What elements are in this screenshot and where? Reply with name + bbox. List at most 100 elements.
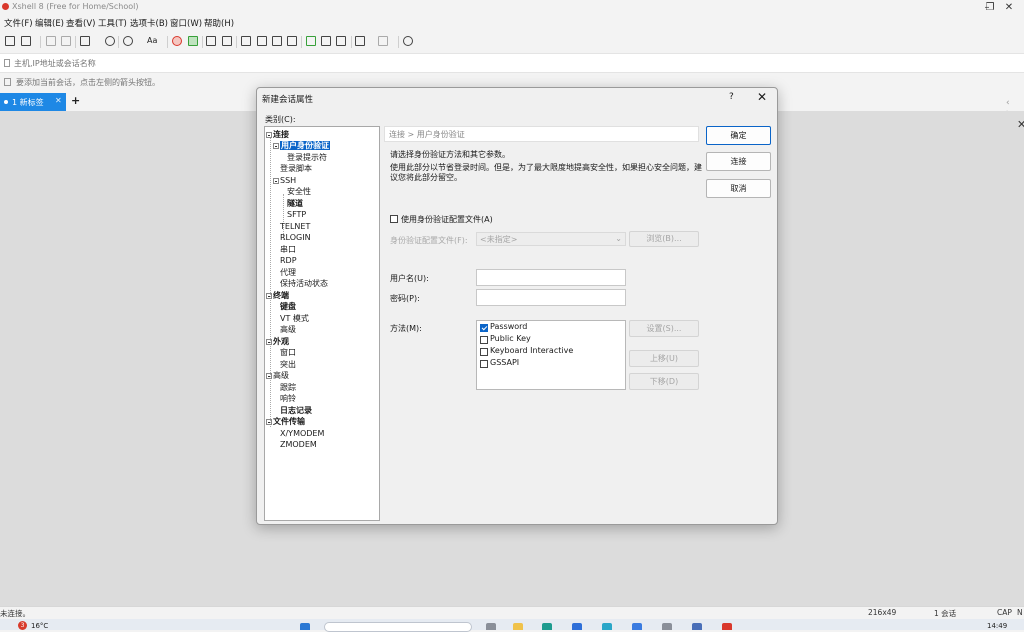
tree-item-login-script[interactable]: 登录脚本 — [280, 164, 312, 174]
tree-item-advanced[interactable]: 高级 — [280, 325, 296, 335]
help-chat-icon[interactable] — [403, 36, 413, 46]
search-icon[interactable] — [105, 36, 115, 46]
session-manager-icon[interactable] — [336, 36, 346, 46]
move-down-button[interactable]: 下移(D) — [629, 373, 699, 390]
tree-item-rdp[interactable]: RDP — [280, 256, 297, 266]
task-view-icon[interactable] — [486, 623, 496, 630]
menu-edit[interactable]: 编辑(E) — [35, 17, 64, 29]
app-icon[interactable] — [662, 623, 672, 630]
tree-item-tunnel[interactable]: 隧道 — [287, 199, 303, 209]
globe-icon[interactable] — [123, 36, 133, 46]
collapse-icon[interactable] — [266, 292, 272, 299]
tree-item-advanced-2[interactable]: 高级 — [266, 371, 289, 381]
browser-icon[interactable] — [602, 623, 612, 630]
menu-view[interactable]: 查看(V) — [66, 17, 95, 29]
method-password-checkbox[interactable] — [480, 324, 488, 332]
tree-item-keyboard[interactable]: 键盘 — [280, 302, 296, 312]
use-profile-checkbox[interactable] — [390, 215, 398, 223]
tree-item-connection[interactable]: 连接 — [266, 130, 289, 140]
highlight-icon[interactable] — [272, 36, 282, 46]
tree-item-vt-mode[interactable]: VT 模式 — [280, 314, 309, 324]
tree-item-logging[interactable]: 日志记录 — [280, 406, 312, 416]
split-layout-icon[interactable] — [378, 36, 388, 46]
password-input[interactable] — [476, 289, 626, 306]
tree-item-serial[interactable]: 串口 — [280, 245, 296, 255]
method-public-key-label[interactable]: Public Key — [490, 334, 531, 343]
tree-item-file-transfer[interactable]: 文件传输 — [266, 417, 305, 427]
move-up-button[interactable]: 上移(U) — [629, 350, 699, 367]
collapse-icon[interactable] — [273, 142, 279, 149]
tree-item-rlogin[interactable]: RLOGIN — [280, 233, 311, 243]
tree-item-auth[interactable]: 用户身份验证 — [273, 141, 330, 151]
new-tab-icon[interactable] — [80, 36, 90, 46]
file-explorer-icon[interactable] — [513, 623, 523, 630]
dialog-help-button[interactable]: ? — [729, 92, 734, 102]
tree-item-highlight[interactable]: 突出 — [280, 360, 296, 370]
weather-temperature[interactable]: 16°C — [31, 622, 48, 630]
menu-tools[interactable]: 工具(T) — [98, 17, 127, 29]
new-session-icon[interactable] — [5, 36, 15, 46]
host-address-input[interactable] — [14, 55, 614, 71]
transfer-icon[interactable] — [287, 36, 297, 46]
connect-button[interactable]: 连接 — [706, 152, 771, 171]
method-password-label[interactable]: Password — [490, 322, 527, 331]
menu-window[interactable]: 窗口(W) — [170, 17, 202, 29]
start-icon[interactable] — [300, 623, 310, 630]
tree-item-login-prompt[interactable]: 登录提示符 — [287, 153, 327, 163]
username-input[interactable] — [476, 269, 626, 286]
tree-item-xymodem[interactable]: X/YMODEM — [280, 429, 324, 439]
add-note-icon[interactable] — [306, 36, 316, 46]
tree-item-telnet[interactable]: TELNET — [280, 222, 310, 232]
taskbar-search[interactable] — [324, 622, 472, 632]
xshell-icon[interactable] — [172, 36, 182, 46]
profile-select[interactable]: <未指定> ⌄ — [476, 232, 626, 246]
collapse-icon[interactable] — [266, 372, 272, 379]
cancel-button[interactable]: 取消 — [706, 179, 771, 198]
tree-item-terminal[interactable]: 终端 — [266, 291, 289, 301]
tree-item-zmodem[interactable]: ZMODEM — [280, 440, 317, 450]
method-gssapi-checkbox[interactable] — [480, 360, 488, 368]
window-close-button[interactable]: ✕ — [994, 0, 1024, 15]
fullscreen-icon[interactable] — [206, 36, 216, 46]
address-book-icon[interactable] — [4, 59, 10, 67]
tab-new[interactable]: 1 新标签 ✕ — [0, 93, 66, 111]
disconnect-icon[interactable] — [61, 36, 71, 46]
method-keyboard-interactive-label[interactable]: Keyboard Interactive — [490, 346, 573, 355]
tree-item-bell[interactable]: 响铃 — [280, 394, 296, 404]
collapse-icon[interactable] — [266, 338, 272, 345]
tree-item-security[interactable]: 安全性 — [287, 187, 311, 197]
tree-item-ssh[interactable]: SSH — [273, 176, 296, 186]
collapse-icon[interactable] — [273, 177, 279, 184]
settings-button[interactable]: 设置(S)... — [629, 320, 699, 337]
method-public-key-checkbox[interactable] — [480, 336, 488, 344]
add-session-arrow-icon[interactable] — [4, 78, 11, 86]
xshell-taskbar-icon[interactable] — [722, 623, 732, 630]
tree-item-sftp[interactable]: SFTP — [287, 210, 306, 220]
collapse-icon[interactable] — [266, 418, 272, 425]
add-tab-button[interactable]: + — [71, 94, 80, 107]
tree-item-appearance[interactable]: 外观 — [266, 337, 289, 347]
tab-layout-icon[interactable] — [355, 36, 365, 46]
collapse-icon[interactable] — [266, 131, 272, 138]
menu-help[interactable]: 帮助(H) — [204, 17, 234, 29]
clock[interactable]: 14:49 — [987, 622, 1007, 630]
quick-command-icon[interactable] — [321, 36, 331, 46]
tree-item-proxy[interactable]: 代理 — [280, 268, 296, 278]
tree-item-window[interactable]: 窗口 — [280, 348, 296, 358]
reconnect-icon[interactable] — [46, 36, 56, 46]
store-icon[interactable] — [572, 623, 582, 630]
dialog-close-button[interactable]: ✕ — [757, 90, 767, 104]
menu-tabs[interactable]: 选项卡(B) — [130, 17, 168, 29]
use-profile-label[interactable]: 使用身份验证配置文件(A) — [401, 214, 493, 225]
side-panel-close-icon[interactable]: ✕ — [1017, 118, 1024, 131]
session-count[interactable]: 1 会话 — [934, 608, 956, 619]
method-gssapi-label[interactable]: GSSAPI — [490, 358, 519, 367]
app-icon[interactable] — [632, 623, 642, 630]
app-icon[interactable] — [692, 623, 702, 630]
browse-button[interactable]: 浏览(B)... — [629, 231, 699, 247]
edge-icon[interactable] — [542, 623, 552, 630]
tree-item-trace[interactable]: 跟踪 — [280, 383, 296, 393]
tab-close-icon[interactable]: ✕ — [55, 96, 62, 105]
menu-file[interactable]: 文件(F) — [4, 17, 33, 29]
tree-item-keepalive[interactable]: 保持活动状态 — [280, 279, 328, 289]
